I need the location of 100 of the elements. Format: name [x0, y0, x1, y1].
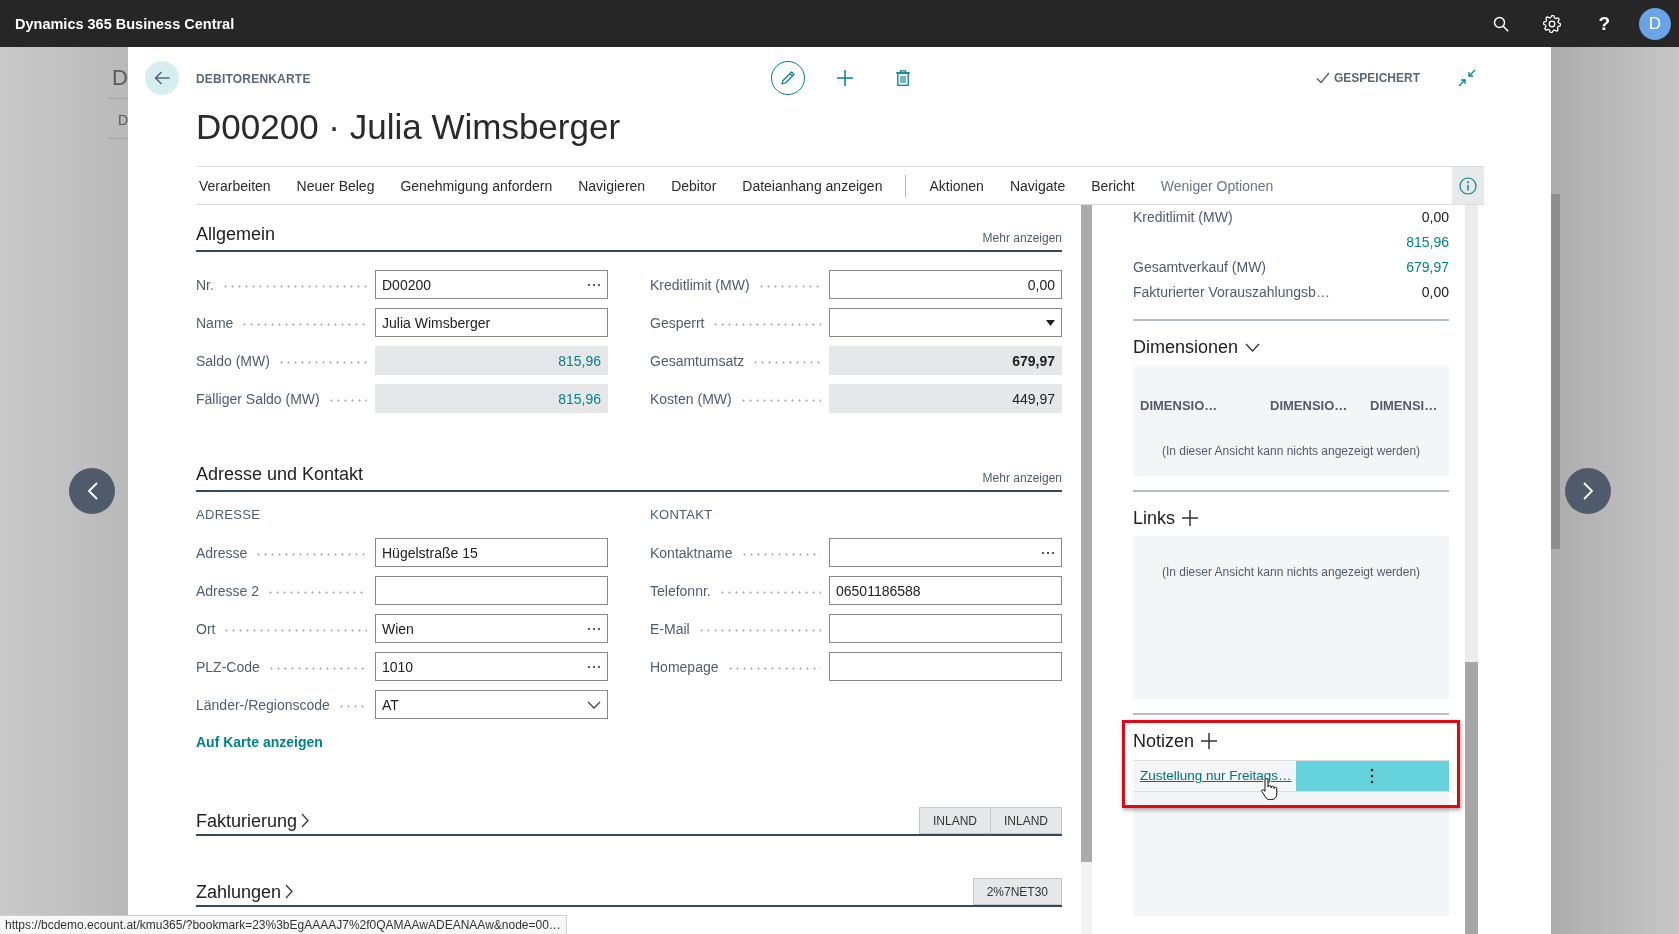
- chevron-down-icon[interactable]: [1245, 342, 1261, 352]
- field-label: Homepage: [650, 658, 719, 675]
- arrow-left-icon: [154, 71, 170, 85]
- back-button[interactable]: [145, 61, 179, 95]
- part-title[interactable]: Notizen: [1133, 729, 1195, 753]
- readonly-field[interactable]: 815,96: [375, 346, 608, 375]
- field-label: Gesamtumsatz: [650, 352, 745, 369]
- section-title[interactable]: Adresse und Kontakt: [196, 462, 364, 486]
- column-header[interactable]: DIMENSI…: [1370, 396, 1438, 415]
- section-title[interactable]: Zahlungen: [196, 879, 294, 904]
- lookup-field[interactable]: Wien: [375, 614, 608, 643]
- status-url: https://bcdemo.ecount.at/kmu365/?bookmark=23%3bEgAAAAJ7%2f0QAMAAwADEANAAw&node=00…: [0, 915, 567, 934]
- summary-tag: INLAND: [918, 807, 991, 834]
- group-heading: ADRESSE: [196, 506, 262, 524]
- next-record-button[interactable]: [1565, 467, 1611, 514]
- page-text-fragment: D: [117, 111, 128, 129]
- lookup-field[interactable]: D00200: [375, 270, 608, 299]
- factbox-label: Kreditlimit (MW): [1133, 208, 1233, 227]
- show-more-link[interactable]: Mehr anzeigen: [982, 230, 1062, 246]
- text-field[interactable]: [375, 576, 608, 605]
- scrollbar[interactable]: [1081, 205, 1092, 934]
- group-heading: KONTAKT: [650, 506, 714, 524]
- scrollbar[interactable]: [1465, 205, 1478, 934]
- column-header[interactable]: DIMENSIO…: [1140, 396, 1218, 415]
- action-bar-item[interactable]: Neuer Beleg: [293, 167, 378, 204]
- text-field[interactable]: Hügelstraße 15: [375, 538, 608, 567]
- part-title[interactable]: Dimensionen: [1133, 335, 1239, 359]
- ellipsis-icon[interactable]: [587, 626, 601, 631]
- chevron-right-icon: [285, 884, 294, 899]
- readonly-field[interactable]: 815,96: [375, 384, 608, 413]
- info-icon: [1459, 176, 1477, 195]
- action-bar-item[interactable]: Verarbeiten: [196, 167, 274, 204]
- action-bar-item[interactable]: Bericht: [1088, 167, 1138, 204]
- note-row[interactable]: Zustellung nur Freitags…: [1133, 759, 1449, 792]
- action-bar-item[interactable]: Aktionen: [926, 167, 987, 204]
- collapse-icon[interactable]: [1458, 69, 1476, 87]
- empty-message: (In dieser Ansicht kann nichts angezeigt werden): [1160, 564, 1422, 580]
- field-label: Telefonnr.: [650, 582, 711, 599]
- previous-record-button[interactable]: [69, 467, 115, 514]
- field-label: Nr.: [196, 276, 214, 293]
- factbox-label: Fakturierter Vorauszahlungsb…: [1133, 283, 1330, 302]
- ellipsis-icon[interactable]: [587, 282, 601, 287]
- part-title[interactable]: Links: [1133, 505, 1176, 530]
- factbox-value[interactable]: 815,96: [1406, 230, 1449, 255]
- note-link[interactable]: Zustellung nur Freitags…: [1133, 760, 1296, 791]
- dropdown-field[interactable]: AT: [375, 690, 608, 719]
- chevron-right-icon: [301, 813, 310, 828]
- dropdown-field[interactable]: [829, 308, 1062, 337]
- show-more-link[interactable]: Mehr anzeigen: [982, 470, 1062, 486]
- action-bar-item[interactable]: Dateianhang anzeigen: [739, 167, 886, 204]
- chevron-right-icon: [1582, 481, 1594, 500]
- text-field[interactable]: [829, 614, 1062, 643]
- readonly-field: 679,97: [829, 346, 1062, 375]
- info-button[interactable]: [1452, 167, 1484, 204]
- text-field[interactable]: [829, 652, 1062, 681]
- factbox-value[interactable]: 679,97: [1406, 255, 1449, 280]
- field-label: Kosten (MW): [650, 390, 732, 407]
- more-vertical-icon: [1370, 767, 1375, 784]
- field-label: Länder-/Regionscode: [196, 696, 330, 713]
- action-bar-item[interactable]: Navigieren: [575, 167, 649, 204]
- action-bar-item[interactable]: Weniger Optionen: [1157, 167, 1277, 204]
- field-label: Gesperrt: [650, 314, 705, 331]
- field-label: Adresse 2: [196, 582, 260, 599]
- text-field[interactable]: 06501186588: [829, 576, 1062, 605]
- action-bar-item[interactable]: Genehmigung anfordern: [397, 167, 556, 204]
- field-label: Ort: [196, 620, 216, 637]
- chevron-left-icon: [86, 481, 98, 500]
- field-label: E-Mail: [650, 620, 690, 637]
- map-link[interactable]: Auf Karte anzeigen: [196, 732, 323, 752]
- text-field[interactable]: Julia Wimsberger: [375, 308, 608, 337]
- app-title: Dynamics 365 Business Central: [15, 15, 235, 32]
- factbox-label: Gesamtverkauf (MW): [1133, 258, 1266, 277]
- page-title-fragment: D: [112, 66, 128, 90]
- plus-icon[interactable]: [836, 70, 853, 86]
- section-title[interactable]: Fakturierung: [196, 808, 310, 833]
- number-field[interactable]: 0,00: [829, 270, 1062, 299]
- trash-icon[interactable]: [895, 70, 910, 86]
- readonly-field: 449,97: [829, 384, 1062, 413]
- caret-down-icon[interactable]: [1046, 319, 1055, 326]
- search-icon[interactable]: [1493, 15, 1510, 32]
- ellipsis-icon[interactable]: [587, 664, 601, 669]
- field-label: PLZ-Code: [196, 658, 260, 675]
- settings-icon[interactable]: [1543, 14, 1562, 33]
- plus-icon[interactable]: [1201, 733, 1218, 749]
- edit-button[interactable]: [770, 61, 805, 95]
- page-caption: DEBITORENKARTE: [196, 72, 311, 86]
- action-bar-item[interactable]: Debitor: [668, 167, 720, 204]
- pencil-icon: [779, 70, 796, 86]
- summary-tag: 2%7NET30: [972, 878, 1062, 905]
- help-button[interactable]: ?: [1597, 12, 1611, 35]
- lookup-field[interactable]: 1010: [375, 652, 608, 681]
- section-title[interactable]: Allgemein: [196, 222, 276, 246]
- lookup-field[interactable]: [829, 538, 1062, 567]
- action-bar-item[interactable]: Navigate: [1006, 167, 1069, 204]
- chevron-down-icon[interactable]: [587, 700, 601, 709]
- plus-icon[interactable]: [1182, 509, 1199, 526]
- check-icon: [1316, 72, 1330, 84]
- factbox-value: 0,00: [1421, 283, 1449, 302]
- column-header[interactable]: DIMENSIO…: [1270, 396, 1348, 415]
- ellipsis-icon[interactable]: [1041, 550, 1055, 555]
